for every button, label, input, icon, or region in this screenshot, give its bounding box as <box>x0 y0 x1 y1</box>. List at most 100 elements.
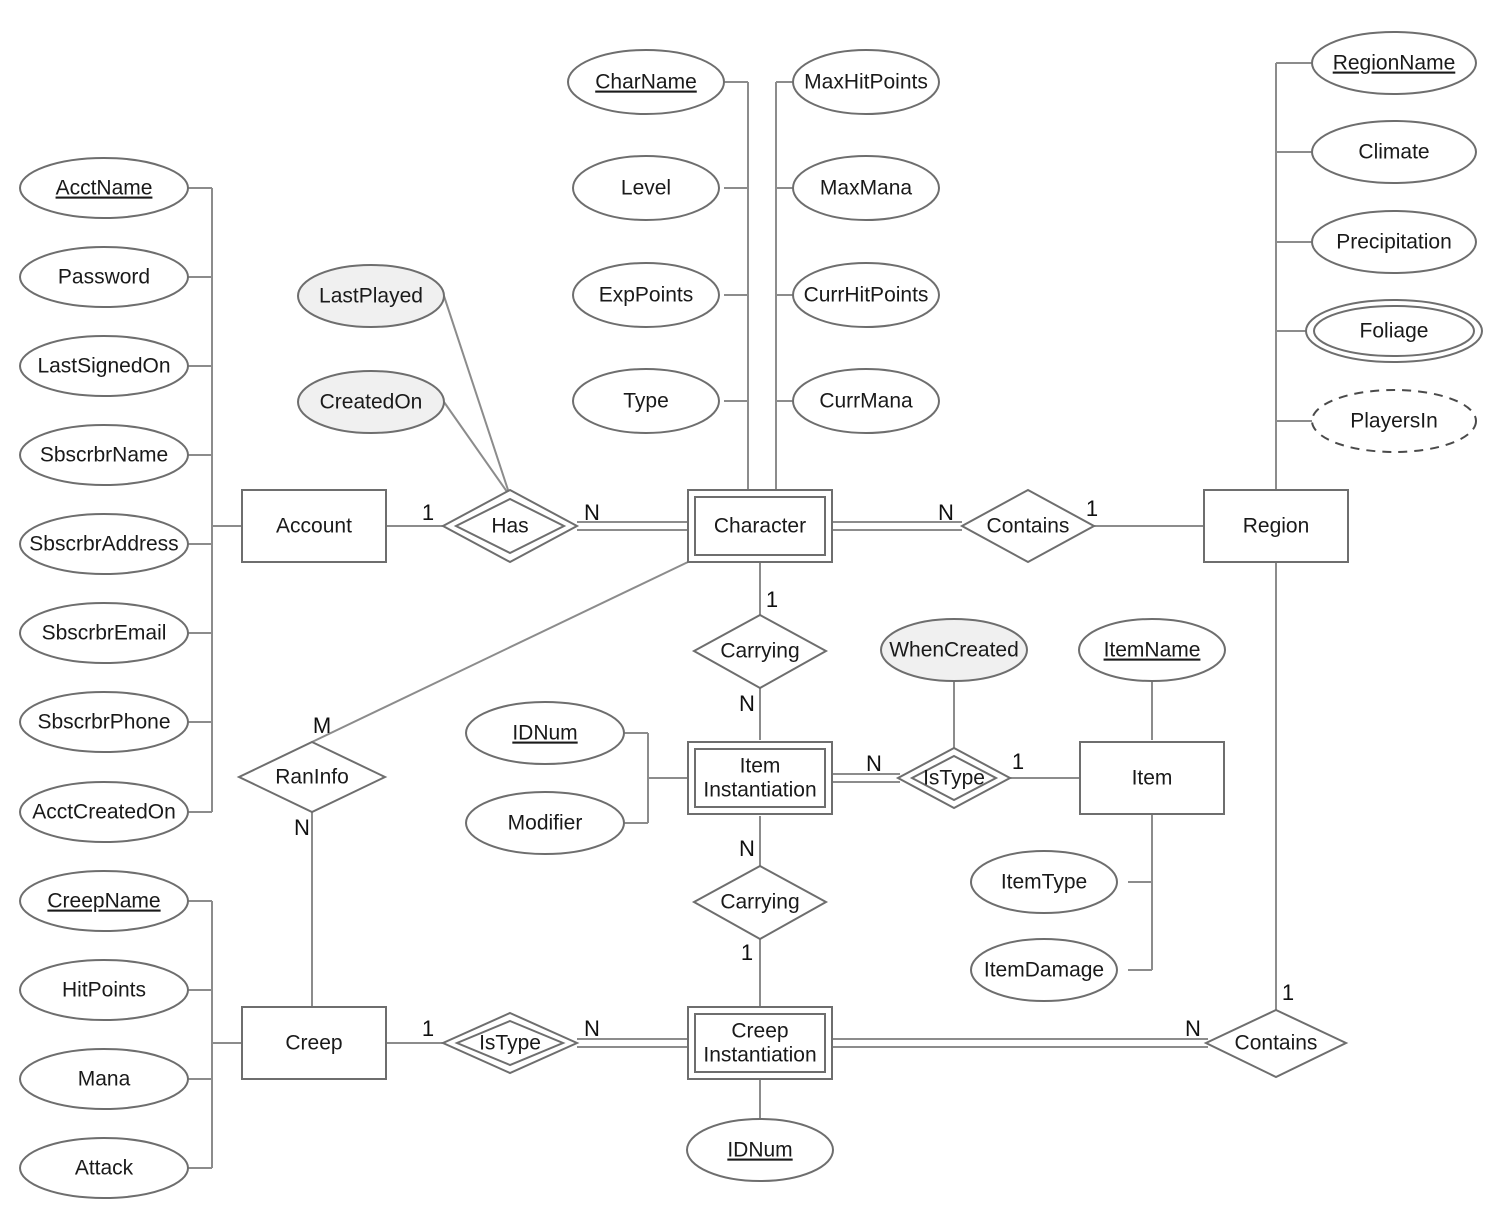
relationship-contains-region[interactable]: Contains <box>959 488 1097 564</box>
account-attributes-group: AcctName Password LastSignedOn SbscrbrNa… <box>19 157 189 843</box>
entity-item-instantiation[interactable]: Item Instantiation <box>687 741 833 815</box>
cardinality-iteminst-istype: N <box>866 751 882 776</box>
attribute-climate[interactable]: Climate <box>1311 120 1477 184</box>
attribute-label: IDNum <box>727 1139 792 1162</box>
relationship-carrying-creep[interactable]: Carrying <box>691 864 829 941</box>
attribute-sbscrbremail[interactable]: SbscrbrEmail <box>19 602 189 664</box>
line-lastplayed <box>443 295 511 497</box>
entity-label-line2: Instantiation <box>703 1044 816 1067</box>
entity-label: Item <box>1132 767 1173 790</box>
attribute-lastsignedon[interactable]: LastSignedOn <box>19 335 189 397</box>
attribute-password[interactable]: Password <box>19 246 189 308</box>
attribute-hitpoints[interactable]: HitPoints <box>19 959 189 1021</box>
attribute-sbscrbrname[interactable]: SbscrbrName <box>19 424 189 486</box>
attribute-acctname[interactable]: AcctName <box>19 157 189 219</box>
attribute-label: ItemDamage <box>984 959 1104 982</box>
attribute-modifier[interactable]: Modifier <box>465 791 625 855</box>
character-left-attributes: CharName Level ExpPoints Type <box>567 49 725 434</box>
attribute-regionname[interactable]: RegionName <box>1311 31 1477 95</box>
istype-item-relationship-attributes: WhenCreated <box>880 618 1028 682</box>
attribute-level[interactable]: Level <box>572 155 720 221</box>
attribute-itemtype[interactable]: ItemType <box>970 850 1118 914</box>
has-relationship-attributes: LastPlayed CreatedOn <box>297 264 445 434</box>
attribute-precipitation[interactable]: Precipitation <box>1311 210 1477 274</box>
attribute-label: CreepName <box>47 890 160 913</box>
entity-item[interactable]: Item <box>1079 741 1225 815</box>
relationship-has[interactable]: Has <box>440 488 580 564</box>
attribute-label: ItemName <box>1104 639 1201 662</box>
connector-lines <box>188 62 1312 1169</box>
attribute-acctcreatedon[interactable]: AcctCreatedOn <box>19 781 189 843</box>
attribute-type[interactable]: Type <box>572 368 720 434</box>
relationship-istype-item[interactable]: IsType <box>895 746 1013 810</box>
attribute-exppoints[interactable]: ExpPoints <box>572 262 720 328</box>
entity-character[interactable]: Character <box>687 489 833 563</box>
relationship-label: Carrying <box>720 891 799 914</box>
attribute-label: CreatedOn <box>320 391 423 414</box>
attribute-lastplayed[interactable]: LastPlayed <box>297 264 445 328</box>
attribute-idnum-item[interactable]: IDNum <box>465 701 625 765</box>
cardinality-character-carrying: 1 <box>766 587 778 612</box>
attribute-label: ExpPoints <box>599 284 694 307</box>
attribute-label: CurrHitPoints <box>804 284 929 307</box>
cardinality-creepinst-contains: N <box>1185 1016 1201 1041</box>
attribute-label: LastPlayed <box>319 285 423 308</box>
attribute-maxmana[interactable]: MaxMana <box>792 155 940 221</box>
cardinality-creep-istype: 1 <box>422 1016 434 1041</box>
entity-label-line2: Instantiation <box>703 779 816 802</box>
relationship-carrying-item[interactable]: Carrying <box>691 613 829 690</box>
attribute-label: IDNum <box>512 722 577 745</box>
relationship-istype-creep[interactable]: IsType <box>440 1011 580 1075</box>
cardinality-region-contains: 1 <box>1282 980 1294 1005</box>
attribute-label: Foliage <box>1360 320 1429 343</box>
entity-label: Account <box>276 515 352 538</box>
attribute-charname[interactable]: CharName <box>567 49 725 115</box>
attribute-label: LastSignedOn <box>37 355 170 378</box>
attribute-creepname[interactable]: CreepName <box>19 870 189 932</box>
attribute-itemname[interactable]: ItemName <box>1078 618 1226 682</box>
entity-label-line1: Creep <box>731 1020 788 1043</box>
attribute-foliage-multivalued[interactable]: Foliage <box>1305 299 1483 363</box>
er-diagram-canvas: AcctName Password LastSignedOn SbscrbrNa… <box>0 0 1500 1228</box>
cardinality-contains-region: 1 <box>1086 496 1098 521</box>
attribute-label: Level <box>621 177 671 200</box>
relationship-label: Contains <box>1235 1032 1318 1055</box>
entity-label: Region <box>1243 515 1310 538</box>
relationship-label: Carrying <box>720 640 799 663</box>
entity-label-line1: Item <box>740 755 781 778</box>
creep-instantiation-attributes: IDNum <box>686 1118 834 1182</box>
relationship-contains-creep[interactable]: Contains <box>1203 1008 1349 1079</box>
attribute-label: ItemType <box>1001 871 1087 894</box>
attribute-label: Type <box>623 390 669 413</box>
entity-creep[interactable]: Creep <box>241 1006 387 1080</box>
attribute-mana[interactable]: Mana <box>19 1048 189 1110</box>
entity-account[interactable]: Account <box>241 489 387 563</box>
attribute-label: CurrMana <box>819 390 913 413</box>
relationship-label: Has <box>491 515 528 538</box>
line-createdon <box>443 401 511 497</box>
attribute-currhitpoints[interactable]: CurrHitPoints <box>792 262 940 328</box>
attribute-label: SbscrbrName <box>40 444 168 467</box>
attribute-itemdamage[interactable]: ItemDamage <box>970 938 1118 1002</box>
cardinality-istype-creepinst: N <box>584 1016 600 1041</box>
attribute-sbscrbraddress[interactable]: SbscrbrAddress <box>19 513 189 575</box>
attribute-label: AcctCreatedOn <box>32 801 176 824</box>
attribute-sbscrbrphone[interactable]: SbscrbrPhone <box>19 691 189 753</box>
attribute-playersin-derived[interactable]: PlayersIn <box>1311 389 1477 453</box>
attribute-label: Password <box>58 266 150 289</box>
attribute-createdon[interactable]: CreatedOn <box>297 370 445 434</box>
creep-attributes-group: CreepName HitPoints Mana Attack <box>19 870 189 1199</box>
attribute-maxhitpoints[interactable]: MaxHitPoints <box>792 49 940 115</box>
attribute-attack[interactable]: Attack <box>19 1137 189 1199</box>
entity-region[interactable]: Region <box>1203 489 1349 563</box>
attribute-whencreated[interactable]: WhenCreated <box>880 618 1028 682</box>
attribute-label: Precipitation <box>1336 231 1452 254</box>
attribute-label: SbscrbrEmail <box>42 622 167 645</box>
entity-creep-instantiation[interactable]: Creep Instantiation <box>687 1006 833 1080</box>
region-attributes-group: RegionName Climate Precipitation Foliage… <box>1305 31 1483 453</box>
entity-label: Character <box>714 515 806 538</box>
attribute-idnum-creep[interactable]: IDNum <box>686 1118 834 1182</box>
attribute-label: RegionName <box>1333 52 1456 75</box>
attribute-currmana[interactable]: CurrMana <box>792 368 940 434</box>
relationship-raninfo[interactable]: RanInfo <box>236 740 388 814</box>
